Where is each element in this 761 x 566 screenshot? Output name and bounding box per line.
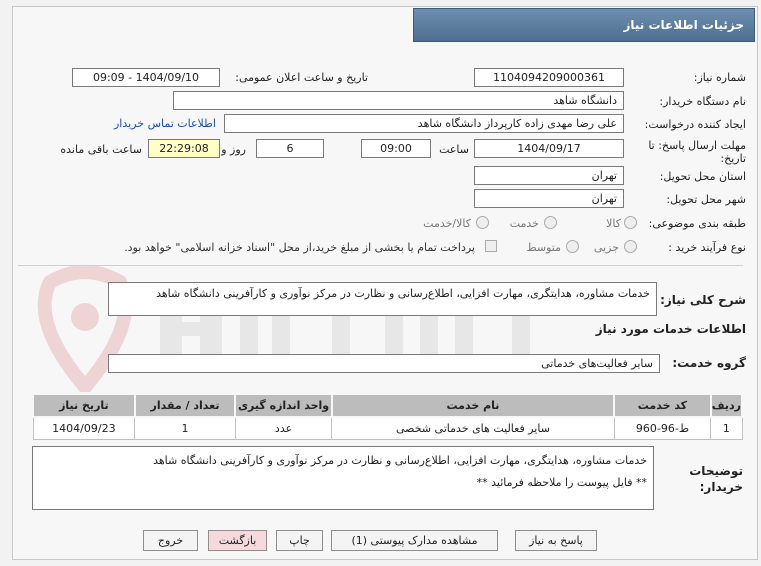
category-option-service: خدمت	[509, 217, 539, 230]
cell-need-date: 1404/09/23	[32, 416, 136, 440]
cell-service-name: سایر فعالیت های خدماتی شخصی	[331, 416, 615, 440]
page-header: جزئیات اطلاعات نیاز	[413, 8, 755, 42]
category-label: طبقه بندی موضوعی:	[648, 217, 746, 230]
notes-line-1: خدمات مشاوره، هدایتگری، مهارت افزایی، اط…	[153, 454, 647, 467]
category-option-both: کالا/خدمت	[423, 217, 471, 230]
process-radio-medium[interactable]	[566, 240, 579, 253]
divider	[18, 265, 743, 266]
back-button[interactable]: بازگشت	[208, 530, 267, 551]
announce-datetime-field[interactable]: 1404/09/10 - 09:09	[72, 68, 220, 87]
buyer-contact-link[interactable]: اطلاعات تماس خریدار	[114, 117, 216, 130]
cell-quantity: 1	[134, 416, 236, 440]
deadline-time-label: ساعت	[439, 143, 469, 156]
notes-label: توضیحات	[689, 464, 743, 478]
deadline-date-field[interactable]: 1404/09/17	[474, 139, 624, 158]
need-number-label: شماره نیاز:	[693, 71, 746, 84]
col-quantity: تعداد / مقدار	[133, 393, 237, 418]
process-option-medium: متوسط	[526, 241, 561, 254]
col-need-date: تاریخ نیاز	[32, 393, 136, 418]
page-title: جزئیات اطلاعات نیاز	[623, 18, 744, 32]
deadline-label-date: تاریخ:	[720, 152, 746, 165]
buyer-org-field[interactable]: دانشگاه شاهد	[173, 91, 624, 110]
category-radio-service[interactable]	[544, 216, 557, 229]
process-option-minor: جزیی	[593, 241, 619, 254]
cell-row: 1	[710, 416, 743, 440]
col-unit: واحد اندازه گیری	[234, 393, 333, 418]
deadline-time-field[interactable]: 09:00	[361, 139, 431, 158]
print-button[interactable]: چاپ	[276, 530, 323, 551]
remaining-time-label: ساعت باقی مانده	[60, 143, 142, 156]
buyer-notes-textarea[interactable]: خدمات مشاوره، هدایتگری، مهارت افزایی، اط…	[32, 446, 654, 510]
col-row: ردیف	[709, 393, 744, 418]
province-label: استان محل تحویل:	[659, 170, 746, 183]
services-section-title: اطلاعات خدمات مورد نیاز	[595, 322, 746, 336]
treasury-payment-note: پرداخت تمام یا بخشی از مبلغ خرید،از محل …	[124, 241, 475, 254]
category-option-goods: کالا	[606, 217, 621, 230]
reply-button[interactable]: پاسخ به نیاز	[515, 530, 597, 551]
table-row[interactable]: 1 ط-96-960 سایر فعالیت های خدماتی شخصی ع…	[32, 416, 743, 440]
province-field[interactable]: تهران	[474, 166, 624, 185]
service-group-field[interactable]: سایر فعالیت‌های خدماتی	[108, 354, 660, 373]
creator-label: ایجاد کننده درخواست:	[644, 118, 746, 131]
deadline-label: مهلت ارسال پاسخ: تا	[648, 139, 746, 152]
remaining-time-field[interactable]: 22:29:08	[148, 139, 220, 158]
remaining-days-field[interactable]: 6	[256, 139, 324, 158]
summary-label: شرح کلی نیاز:	[660, 293, 746, 307]
process-radio-minor[interactable]	[624, 240, 637, 253]
notes-line-2: ** فایل پیوست را ملاحظه فرمائید **	[476, 476, 647, 489]
cell-service-code: ط-96-960	[613, 416, 712, 440]
service-group-label: گروه خدمت:	[672, 356, 746, 370]
creator-field[interactable]: علی رضا مهدی زاده کارپرداز دانشگاه شاهد	[224, 114, 624, 133]
services-table: ردیف کد خدمت نام خدمت واحد اندازه گیری ت…	[32, 393, 744, 440]
cell-unit: عدد	[234, 416, 333, 440]
col-service-name: نام خدمت	[330, 393, 616, 418]
buyer-org-label: نام دستگاه خریدار:	[659, 95, 746, 108]
attachments-button[interactable]: مشاهده مدارک پیوستی (1)	[331, 530, 498, 551]
treasury-payment-checkbox[interactable]	[485, 240, 497, 252]
need-number-field[interactable]: 1104094209000361	[474, 68, 624, 87]
exit-button[interactable]: خروج	[143, 530, 198, 551]
notes-label-buyer: خریدار:	[699, 480, 743, 494]
summary-textarea[interactable]: خدمات مشاوره، هدایتگری، مهارت افزایی، اط…	[108, 282, 657, 316]
col-service-code: کد خدمت	[613, 393, 712, 418]
category-radio-goods[interactable]	[624, 216, 637, 229]
city-field[interactable]: تهران	[474, 189, 624, 208]
category-radio-both[interactable]	[476, 216, 489, 229]
city-label: شهر محل تحویل:	[666, 193, 746, 206]
process-label: نوع فرآیند خرید :	[668, 241, 746, 254]
announce-label: تاریخ و ساعت اعلان عمومی:	[235, 71, 368, 84]
days-label: روز و	[221, 143, 246, 156]
